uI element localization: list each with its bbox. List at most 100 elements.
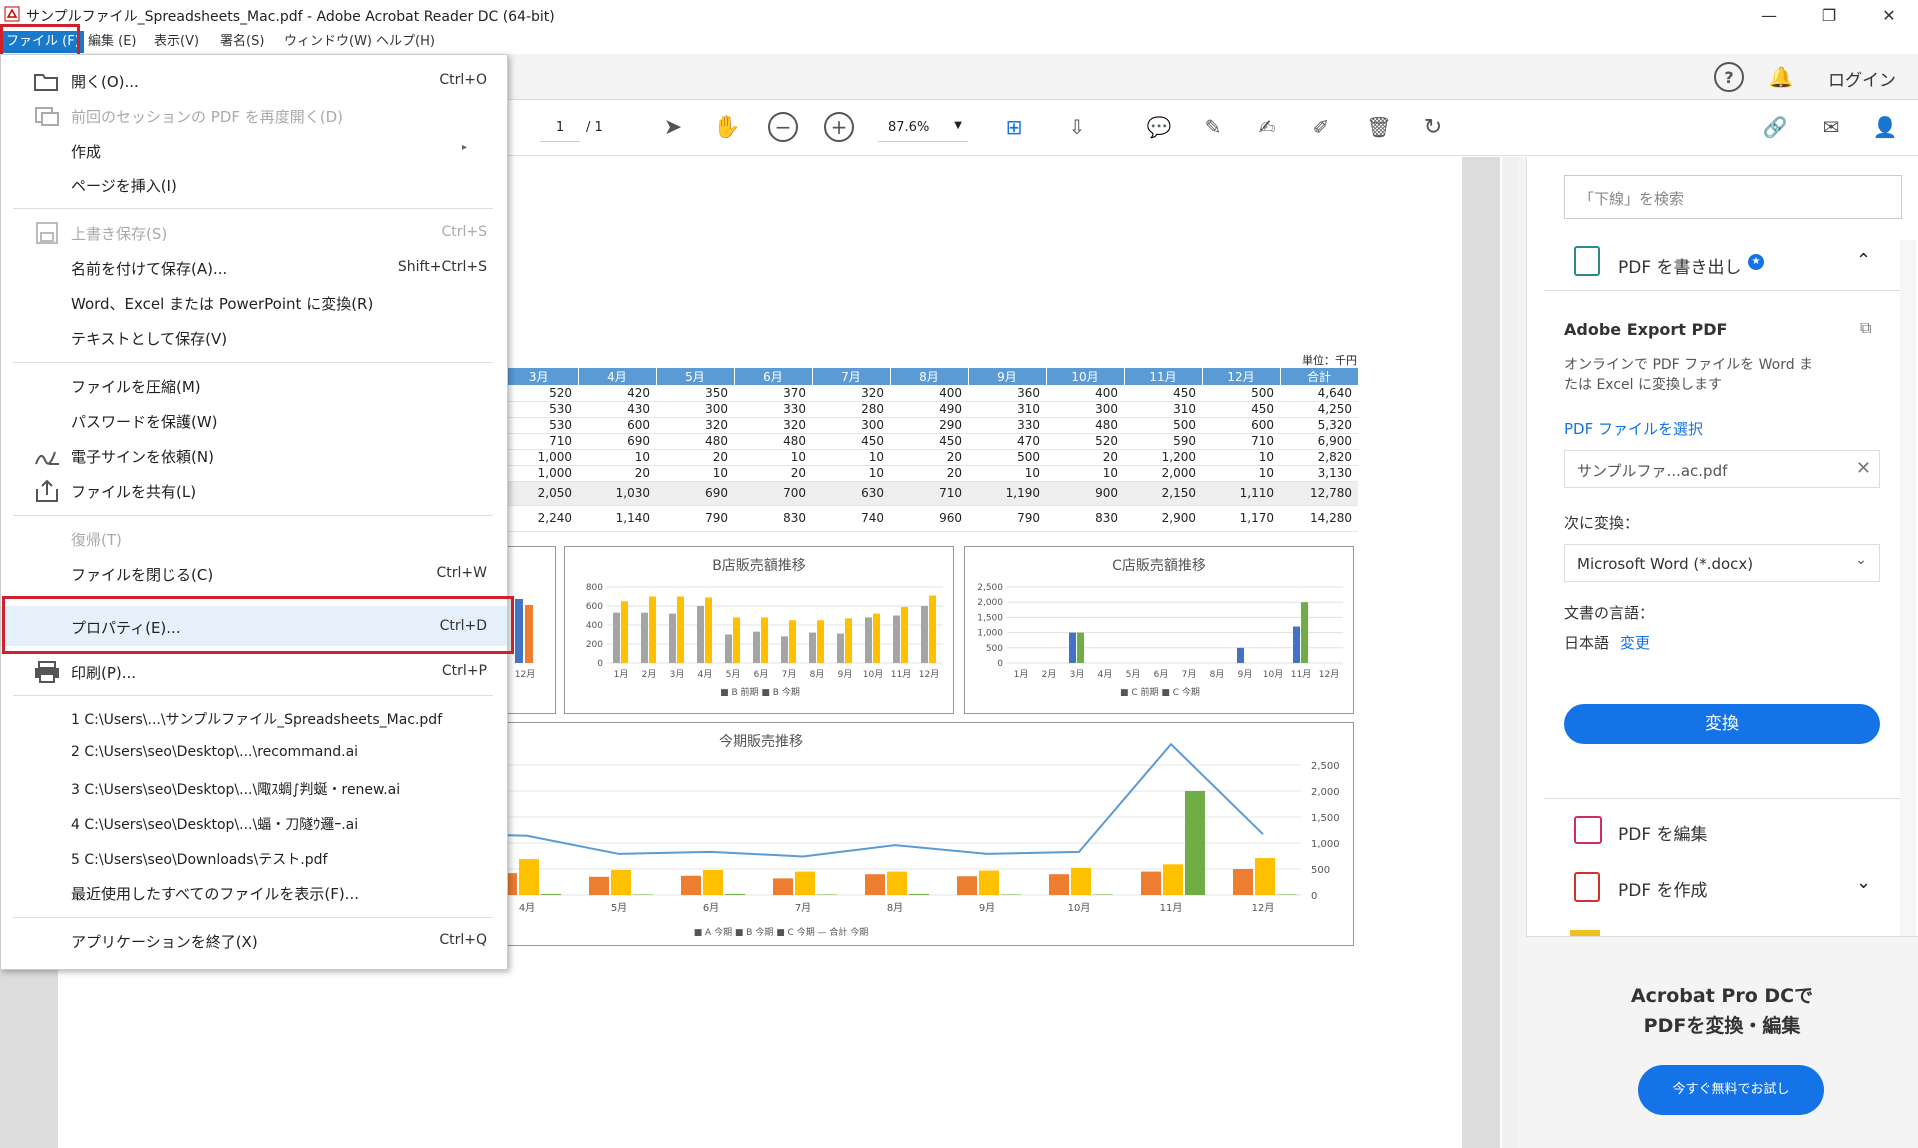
fill-sign-icon[interactable]: ✐	[1306, 112, 1336, 142]
convert-button[interactable]: 変換	[1564, 704, 1880, 744]
chevron-down-icon[interactable]: ⌄	[1856, 872, 1871, 893]
x-tick-label: 3月	[670, 669, 685, 680]
clear-file-icon[interactable]: ✕	[1856, 458, 1871, 479]
highlight-icon[interactable]: ✎	[1198, 112, 1228, 142]
select-file-link[interactable]: PDF ファイルを選択	[1564, 418, 1703, 439]
create-pdf-tool[interactable]: PDF を作成	[1618, 876, 1708, 901]
y-tick-label: 2,500	[977, 583, 1003, 593]
export-pdf-title[interactable]: PDF を書き出し	[1618, 253, 1742, 278]
free-trial-button[interactable]: 今すぐ無料でお試し	[1638, 1065, 1824, 1115]
table-cell: 6,900	[1280, 433, 1358, 450]
recent-file-4[interactable]: 4 C:\Users\seo\Desktop\...\蝠・刀隧ｳ邏ｰ.ai	[1, 808, 507, 838]
close-button[interactable]: ✕	[1860, 0, 1918, 30]
menu-item-show-all-recent[interactable]: 最近使用したすべてのファイルを表示(F)...	[1, 877, 507, 907]
change-language-link[interactable]: 変更	[1620, 632, 1650, 653]
menu-sign[interactable]: 署名(S)	[216, 31, 268, 53]
menu-item-share[interactable]: ファイルを共有(L)	[1, 475, 507, 505]
zoom-select[interactable]: 87.6% ▼	[878, 114, 968, 142]
rotate-icon[interactable]: ↻	[1418, 112, 1448, 142]
menu-item-label: ファイルを閉じる(C)	[71, 566, 214, 584]
zoom-in-icon[interactable]: +	[824, 112, 854, 142]
menu-item-request-signature[interactable]: 電子サインを依頼(N)	[1, 440, 507, 470]
menu-item-insert-page[interactable]: ページを挿入(I)	[1, 169, 507, 199]
create-pdf-icon	[1574, 872, 1600, 902]
edit-pdf-tool[interactable]: PDF を編集	[1618, 820, 1708, 845]
menu-item-compress[interactable]: ファイルを圧縮(M)	[1, 370, 507, 400]
menu-item-save-as-text[interactable]: テキストとして保存(V)	[1, 322, 507, 352]
minimize-button[interactable]: —	[1740, 0, 1798, 30]
panel-scrollbar[interactable]	[1900, 240, 1916, 936]
email-icon[interactable]: ✉	[1816, 112, 1846, 142]
table-cell: 1,200	[1124, 449, 1202, 466]
search-input[interactable]: 「下線」を検索	[1564, 175, 1902, 219]
promo-section: Acrobat Pro DCで PDFを変換・編集 今すぐ無料でお試し	[1526, 936, 1918, 1148]
comment-icon[interactable]: 💬	[1144, 112, 1174, 142]
table-header-cell: 10月	[1046, 368, 1125, 385]
format-select[interactable]: Microsoft Word (*.docx) ⌄	[1564, 544, 1880, 582]
x-tick-label: 11月	[1291, 669, 1311, 680]
table-cell: 430	[578, 401, 656, 418]
signature-icon[interactable]: ✍	[1252, 112, 1282, 142]
restore-button[interactable]: ❐	[1800, 0, 1858, 30]
select-cursor-icon[interactable]: ➤	[658, 112, 688, 142]
menu-help[interactable]: ヘルプ(H)	[372, 31, 439, 53]
trash-icon[interactable]: 🗑	[1364, 112, 1394, 142]
login-link[interactable]: ログイン	[1828, 66, 1896, 91]
bar	[1293, 626, 1300, 663]
x-tick-label: 9月	[838, 669, 853, 680]
bell-icon[interactable]: 🔔	[1766, 62, 1796, 92]
bar	[1141, 871, 1161, 895]
page-number-input[interactable]: 1	[540, 114, 580, 142]
menu-item-label: 5 C:\Users\seo\Downloads\テスト.pdf	[71, 852, 328, 868]
recent-file-3[interactable]: 3 C:\Users\seo\Desktop\...\陬ｽ蜩∫判蜒・renew.…	[1, 773, 507, 803]
format-value: Microsoft Word (*.docx)	[1577, 555, 1754, 573]
add-user-icon[interactable]: 👤	[1870, 112, 1900, 142]
menu-item-exit[interactable]: アプリケーションを終了(X) Ctrl+Q	[1, 925, 507, 955]
table-cell: 2,000	[1124, 465, 1202, 482]
link-icon[interactable]: 🔗	[1760, 112, 1790, 142]
menu-item-convert-office[interactable]: Word、Excel または PowerPoint に変換(R)	[1, 287, 507, 317]
menu-edit[interactable]: 編集 (E)	[84, 31, 141, 53]
table-cell: 740	[812, 505, 890, 532]
menu-item-label: 復帰(T)	[71, 531, 122, 549]
table-cell: 280	[812, 401, 890, 418]
file-menu-highlight-box	[0, 24, 80, 58]
scroll-mode-icon[interactable]: ⇩	[1062, 112, 1092, 142]
menu-item-save-as[interactable]: 名前を付けて保存(A)... Shift+Ctrl+S	[1, 252, 507, 282]
menu-item-label: テキストとして保存(V)	[71, 330, 228, 348]
hand-tool-icon[interactable]: ✋	[712, 112, 742, 142]
menu-item-close-file[interactable]: ファイルを閉じる(C) Ctrl+W	[1, 558, 507, 588]
table-cell: 1,170	[1202, 505, 1280, 532]
bar	[929, 595, 936, 663]
table-cell: 320	[812, 385, 890, 402]
menu-item-print[interactable]: 印刷(P)... Ctrl+P	[1, 656, 507, 686]
menu-window[interactable]: ウィンドウ(W)	[280, 31, 376, 53]
copy-icon[interactable]: ⧉	[1860, 318, 1871, 338]
recent-file-1[interactable]: 1 C:\Users\...\サンプルファイル_Spreadsheets_Mac…	[1, 703, 507, 733]
export-pdf-icon	[1574, 246, 1600, 276]
recent-file-5[interactable]: 5 C:\Users\seo\Downloads\テスト.pdf	[1, 843, 507, 873]
bar	[669, 613, 676, 663]
zoom-out-icon[interactable]: −	[768, 112, 798, 142]
chevron-up-icon[interactable]: ⌃	[1856, 250, 1871, 271]
y-tick-label: 500	[1311, 865, 1330, 876]
help-icon[interactable]: ?	[1714, 62, 1744, 92]
document-scrollbar[interactable]	[1502, 157, 1518, 1148]
bar	[1093, 894, 1113, 895]
menu-view[interactable]: 表示(V)	[150, 31, 203, 53]
y-tick-label: 600	[586, 602, 603, 612]
recent-file-2[interactable]: 2 C:\Users\seo\Desktop\...\recommand.ai	[1, 738, 507, 768]
menu-item-create[interactable]: 作成 ▸	[1, 135, 507, 165]
total-line	[500, 742, 1264, 858]
legend: ■ B 前期 ■ B 今期	[720, 686, 800, 698]
menu-item-open[interactable]: 開く(O)... Ctrl+O	[1, 65, 507, 95]
table-cell: 600	[578, 417, 656, 434]
table-cell: 400	[1046, 385, 1124, 402]
fit-page-icon[interactable]: ⊞	[996, 112, 1032, 142]
menu-item-password[interactable]: パスワードを保護(W)	[1, 405, 507, 435]
acrobat-icon	[4, 6, 20, 22]
page-total: / 1	[586, 120, 603, 135]
table-cell: 330	[734, 401, 812, 418]
table-cell: 370	[734, 385, 812, 402]
selected-file-field[interactable]: サンプルファ...ac.pdf ✕	[1564, 450, 1880, 488]
